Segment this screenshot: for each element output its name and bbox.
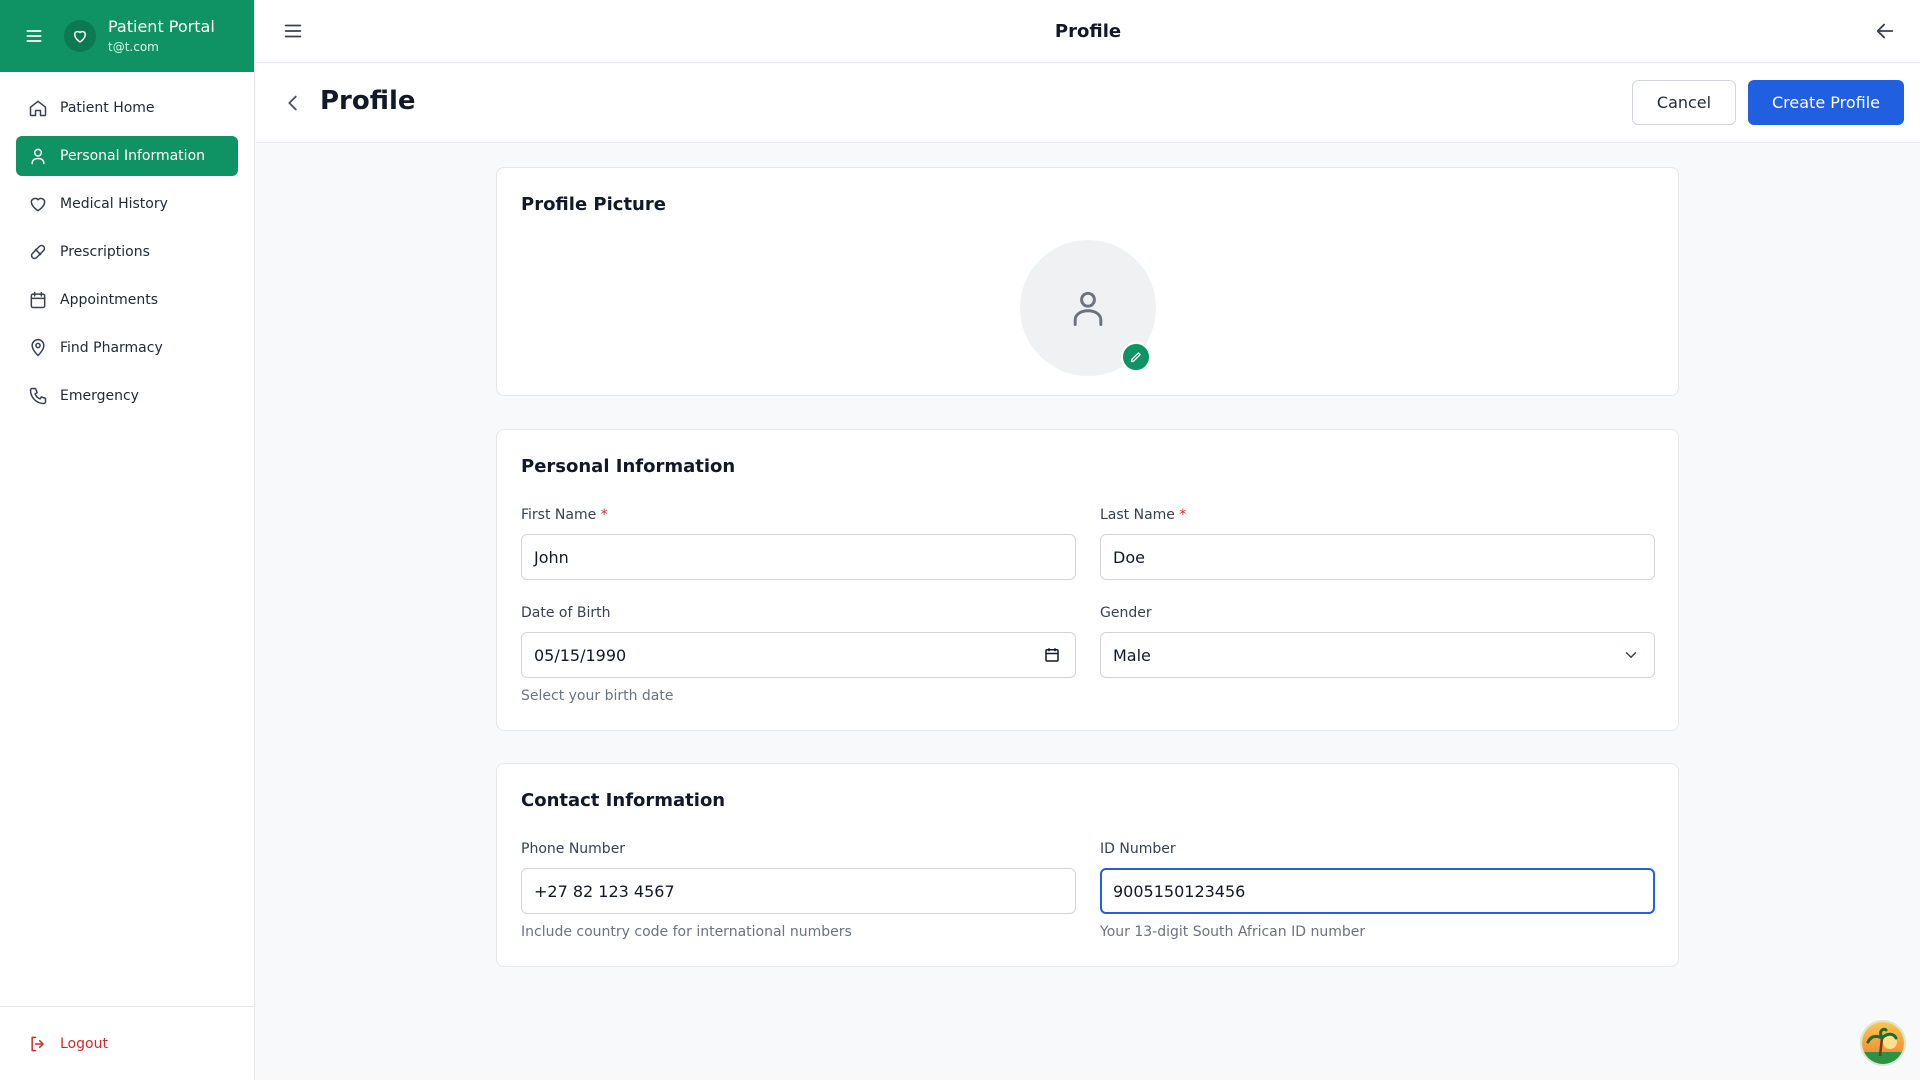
top-bar-title: Profile	[1054, 20, 1122, 42]
sidebar-item-emergency[interactable]: Emergency	[16, 376, 238, 416]
logout-label: Logout	[60, 1035, 108, 1052]
cancel-button[interactable]: Cancel	[1632, 80, 1736, 125]
sidebar-item-appointments[interactable]: Appointments	[16, 280, 238, 320]
calendar-icon	[28, 290, 48, 310]
user-icon	[28, 146, 48, 166]
sidebar-header: Patient Portal t@t.com	[0, 0, 254, 72]
sidebar-item-label: Personal Information	[60, 148, 206, 164]
id-number-field[interactable]: 9005150123456	[1100, 868, 1655, 914]
gender-value: Male	[1113, 645, 1151, 665]
chevron-left-icon[interactable]	[282, 92, 304, 114]
sidebar-item-label: Patient Home	[60, 100, 155, 116]
phone-icon	[28, 386, 48, 406]
heart-logo-icon	[64, 20, 96, 52]
gender-select[interactable]: Male	[1100, 632, 1655, 678]
sidebar-item-patient-home[interactable]: Patient Home	[16, 88, 238, 128]
last-name-field[interactable]: Doe	[1100, 534, 1655, 580]
personal-information-card: Personal Information First Name * John L…	[496, 429, 1679, 731]
first-name-label-text: First Name	[521, 507, 597, 523]
sidebar-item-medical-history[interactable]: Medical History	[16, 184, 238, 224]
map-pin-icon	[28, 338, 48, 358]
sidebar-item-label: Medical History	[60, 196, 168, 212]
page-header: Profile Cancel Create Profile	[256, 64, 1920, 143]
sidebar-item-prescriptions[interactable]: Prescriptions	[16, 232, 238, 272]
contact-information-card: Contact Information Phone Number +27 82 …	[496, 763, 1679, 967]
required-marker: *	[600, 507, 608, 523]
id-number-label: ID Number	[1100, 841, 1176, 857]
page-title: Profile	[320, 86, 416, 116]
last-name-label-text: Last Name	[1100, 507, 1175, 523]
sidebar-item-label: Prescriptions	[60, 244, 150, 260]
sidebar-nav: Patient Home Personal Information Medica…	[0, 72, 254, 1006]
dob-label: Date of Birth	[521, 605, 611, 621]
id-help-text: Your 13-digit South African ID number	[1100, 924, 1366, 940]
last-name-label: Last Name *	[1100, 507, 1186, 523]
pencil-icon	[1130, 352, 1141, 363]
sidebar-item-label: Emergency	[60, 388, 139, 404]
edit-avatar-button[interactable]	[1121, 342, 1151, 372]
phone-number-field[interactable]: +27 82 123 4567	[521, 868, 1076, 914]
personal-information-title: Personal Information	[521, 456, 736, 477]
logout-button[interactable]: Logout	[0, 1006, 254, 1080]
gender-label: Gender	[1100, 605, 1152, 621]
app-name: Patient Portal	[108, 17, 215, 36]
menu-icon[interactable]	[24, 26, 44, 46]
calendar-icon[interactable]	[1043, 646, 1061, 664]
sidebar-item-find-pharmacy[interactable]: Find Pharmacy	[16, 328, 238, 368]
app-identity: Patient Portal t@t.com	[108, 17, 215, 55]
date-of-birth-field[interactable]: 05/15/1990	[521, 632, 1076, 678]
dob-help-text: Select your birth date	[521, 688, 674, 704]
first-name-value: John	[534, 547, 569, 567]
contact-information-title: Contact Information	[521, 790, 726, 811]
menu-icon[interactable]	[282, 20, 304, 42]
phone-help-text: Include country code for international n…	[521, 924, 852, 940]
logout-icon	[28, 1034, 48, 1054]
pill-icon	[28, 242, 48, 262]
user-email: t@t.com	[108, 40, 159, 54]
profile-picture-title: Profile Picture	[521, 194, 666, 215]
chevron-down-icon	[1622, 646, 1640, 664]
first-name-label: First Name *	[521, 507, 608, 523]
arrow-left-icon[interactable]	[1874, 20, 1896, 42]
profile-picture-card: Profile Picture	[496, 167, 1679, 396]
heart-icon	[28, 194, 48, 214]
sidebar: Patient Portal t@t.com Patient Home Pers…	[0, 0, 255, 1080]
user-placeholder-icon	[1073, 291, 1103, 326]
create-profile-button[interactable]: Create Profile	[1748, 80, 1904, 125]
top-bar: Profile	[256, 0, 1920, 63]
last-name-value: Doe	[1113, 547, 1145, 567]
required-marker: *	[1179, 507, 1187, 523]
sidebar-item-personal-information[interactable]: Personal Information	[16, 136, 238, 176]
phone-value: +27 82 123 4567	[534, 881, 675, 901]
sidebar-item-label: Find Pharmacy	[60, 340, 163, 356]
phone-label: Phone Number	[521, 841, 626, 857]
assistant-avatar-button[interactable]	[1860, 1020, 1906, 1066]
palm-tree-icon	[1862, 1022, 1904, 1064]
sidebar-item-label: Appointments	[60, 292, 159, 308]
dob-value: 05/15/1990	[534, 645, 627, 665]
home-icon	[28, 98, 48, 118]
id-number-value: 9005150123456	[1113, 881, 1246, 901]
first-name-field[interactable]: John	[521, 534, 1076, 580]
